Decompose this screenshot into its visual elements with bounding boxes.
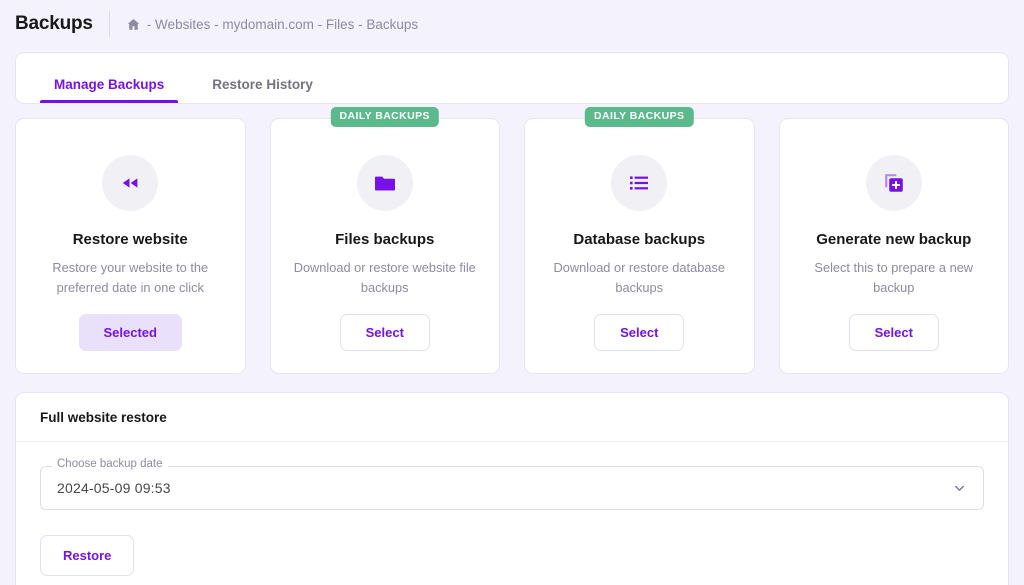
tab-restore-history[interactable]: Restore History [198,78,327,104]
card-database-backups[interactable]: DAILY BACKUPS Database backups Download … [524,118,755,374]
backup-options-row: Restore website Restore your website to … [15,118,1009,374]
card-title: Files backups [335,231,434,248]
card-files-backups[interactable]: DAILY BACKUPS Files backups Download or … [270,118,501,374]
home-icon[interactable] [126,17,141,32]
backup-date-label: Choose backup date [52,459,168,471]
card-select-button[interactable]: Select [594,314,684,351]
card-description: Restore your website to the preferred da… [36,258,225,298]
backup-date-value: 2024-05-09 09:53 [57,480,171,496]
folder-icon [357,155,413,211]
status-badge: DAILY BACKUPS [585,107,693,127]
panel-title: Full website restore [16,393,1008,442]
rewind-icon [102,155,158,211]
tab-manage-backups[interactable]: Manage Backups [40,78,178,104]
restore-button[interactable]: Restore [40,535,134,576]
header-divider [109,11,110,37]
backups-page: Backups - Websites - mydomain.com - File… [0,0,1024,585]
full-website-restore-panel: Full website restore Choose backup date … [15,392,1009,585]
breadcrumb: - Websites - mydomain.com - Files - Back… [126,17,418,32]
backup-date-select[interactable]: Choose backup date 2024-05-09 09:53 [40,466,984,510]
panel-body: Choose backup date 2024-05-09 09:53 Rest… [16,442,1008,585]
card-select-button[interactable]: Selected [79,314,182,351]
page-title: Backups [15,13,109,35]
card-description: Download or restore database backups [545,258,734,298]
list-icon [611,155,667,211]
card-description: Select this to prepare a new backup [800,258,989,298]
card-restore-website[interactable]: Restore website Restore your website to … [15,118,246,374]
card-title: Database backups [573,231,705,248]
add-copy-icon [866,155,922,211]
card-select-button[interactable]: Select [849,314,939,351]
card-title: Restore website [73,231,188,248]
tabs-bar: Manage Backups Restore History [15,52,1009,104]
card-select-button[interactable]: Select [340,314,430,351]
chevron-down-icon[interactable] [952,480,967,495]
card-generate-new-backup[interactable]: Generate new backup Select this to prepa… [779,118,1010,374]
card-description: Download or restore website file backups [291,258,480,298]
breadcrumb-trail: - Websites - mydomain.com - Files - Back… [147,17,418,32]
status-badge: DAILY BACKUPS [331,107,439,127]
card-title: Generate new backup [816,231,971,248]
page-header: Backups - Websites - mydomain.com - File… [0,0,1024,48]
